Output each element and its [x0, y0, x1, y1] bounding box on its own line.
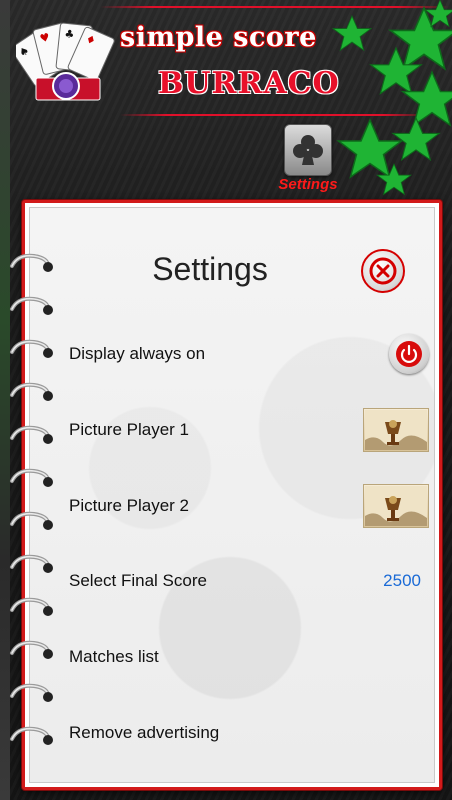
spiral-ring [10, 597, 53, 616]
setting-picture-player-1[interactable]: Picture Player 1 [69, 408, 429, 452]
setting-label: Remove advertising [69, 723, 220, 742]
spiral-ring [10, 382, 53, 401]
spiral-ring [10, 339, 53, 358]
player-2-picture[interactable] [363, 484, 429, 528]
setting-picture-player-2[interactable]: Picture Player 2 [69, 484, 429, 528]
burraco-logo: ♠ ♥ ♣ ♦ [16, 22, 115, 101]
spiral-ring [10, 554, 53, 573]
spiral-ring [10, 683, 53, 702]
settings-panel: Settings Display always on Picture Playe… [22, 200, 442, 790]
spiral-ring [10, 253, 53, 272]
setting-label: Picture Player 1 [69, 420, 189, 439]
close-button[interactable] [361, 249, 405, 293]
setting-display-always-on[interactable]: Display always on [69, 334, 429, 374]
setting-label: Select Final Score [69, 571, 207, 590]
final-score-value[interactable]: 2500 [383, 571, 421, 591]
trophy-picture-icon [365, 410, 427, 450]
power-toggle-button[interactable] [389, 334, 429, 374]
spiral-ring [10, 296, 53, 315]
settings-tab-label[interactable]: Settings [268, 176, 348, 193]
power-icon [396, 341, 422, 367]
trophy-picture-icon [365, 486, 427, 526]
close-icon [369, 257, 397, 285]
setting-matches-list[interactable]: Matches list [69, 637, 429, 677]
setting-label: Matches list [69, 647, 159, 666]
spiral-ring [10, 511, 53, 530]
spiral-ring [10, 425, 53, 444]
club-card-icon [293, 135, 323, 165]
settings-tab-button[interactable] [284, 124, 332, 176]
setting-select-final-score[interactable]: Select Final Score 2500 [69, 561, 429, 601]
decorative-stars [332, 0, 452, 195]
app-title-line1: simple score [120, 22, 317, 53]
panel-title: Settings [152, 251, 268, 287]
setting-label: Picture Player 2 [69, 496, 189, 515]
setting-remove-advertising[interactable]: Remove advertising [69, 713, 429, 753]
svg-text:♣: ♣ [64, 27, 75, 41]
spiral-ring [10, 726, 53, 745]
spiral-ring [10, 640, 53, 659]
player-1-picture[interactable] [363, 408, 429, 452]
spiral-ring [10, 468, 53, 487]
setting-label: Display always on [69, 344, 206, 363]
